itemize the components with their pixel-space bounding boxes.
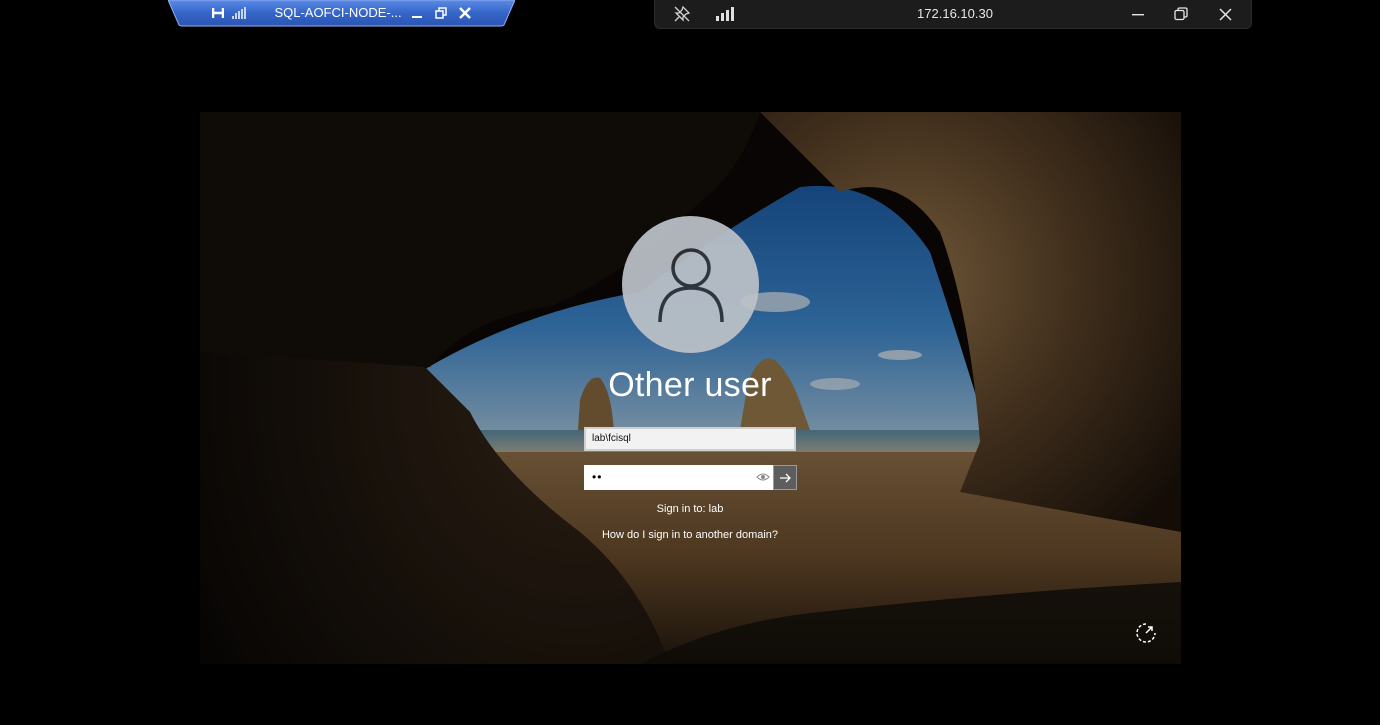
ease-of-access-icon xyxy=(1136,623,1156,643)
inner-bar-title: SQL-AOFCI-NODE-... xyxy=(274,5,402,20)
remote-desktop-screen[interactable]: Other user lab\fcisql •• Sign in to: lab… xyxy=(200,112,1181,664)
close-icon[interactable] xyxy=(455,3,475,23)
close-icon[interactable] xyxy=(1210,0,1240,28)
username-input[interactable]: lab\fcisql xyxy=(584,427,796,451)
restore-icon[interactable] xyxy=(431,3,451,23)
signal-icon xyxy=(229,3,249,23)
password-row: •• xyxy=(584,465,797,490)
signin-to-domain-text: Sign in to: lab xyxy=(656,503,724,515)
restore-icon[interactable] xyxy=(1166,0,1196,28)
signal-icon xyxy=(710,0,740,28)
reveal-password-icon[interactable] xyxy=(756,471,770,483)
outer-rdp-connection-bar: 172.16.10.30 xyxy=(654,0,1252,29)
password-mask: •• xyxy=(592,470,603,484)
user-name-title: Other user xyxy=(608,366,772,404)
user-avatar xyxy=(622,216,759,353)
outer-bar-title: 172.16.10.30 xyxy=(917,6,993,21)
password-input[interactable]: •• xyxy=(584,465,774,490)
inner-rdp-connection-bar: SQL-AOFCI-NODE-... xyxy=(168,0,515,27)
arrow-right-icon xyxy=(780,473,791,482)
username-value: lab\fcisql xyxy=(592,433,631,444)
submit-arrow-button[interactable] xyxy=(773,465,797,490)
minimize-icon[interactable] xyxy=(407,3,427,23)
minimize-icon[interactable] xyxy=(1123,0,1153,28)
pin-icon[interactable] xyxy=(208,3,228,23)
person-icon xyxy=(657,247,724,322)
other-domain-link[interactable]: How do I sign in to another domain? xyxy=(540,529,840,541)
accessibility-button[interactable] xyxy=(1133,620,1159,646)
unpin-icon[interactable] xyxy=(667,0,697,28)
